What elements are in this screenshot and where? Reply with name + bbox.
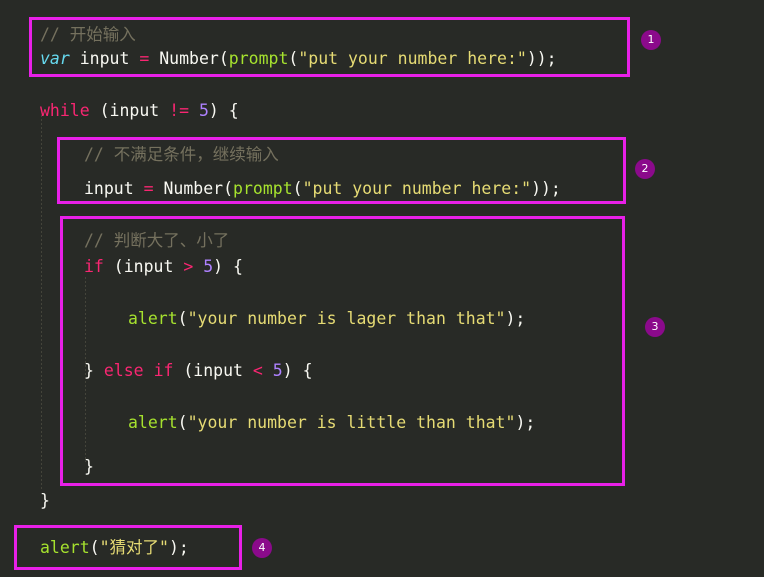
badge-4: 4 bbox=[252, 538, 272, 558]
code-token: != bbox=[169, 101, 190, 120]
badge-1: 1 bbox=[641, 30, 661, 50]
code-token: = bbox=[139, 49, 150, 68]
badge-3: 3 bbox=[645, 317, 665, 337]
code-token: )); bbox=[531, 179, 561, 198]
code-token: ) { bbox=[282, 361, 313, 380]
code-token: prompt bbox=[233, 179, 293, 198]
code-token: ); bbox=[168, 538, 189, 557]
code-token: while bbox=[40, 101, 90, 120]
line-if-greater[interactable]: if (input > 5) { bbox=[0, 254, 243, 280]
code-token: (input bbox=[103, 257, 184, 276]
code-token: 5 bbox=[272, 361, 283, 380]
code-token: prompt bbox=[228, 49, 289, 68]
line-comment-start-input[interactable]: // 开始输入 bbox=[0, 22, 136, 48]
code-token: Number bbox=[153, 179, 224, 198]
code-token: ); bbox=[505, 309, 526, 328]
code-token: // 不满足条件，继续输入 bbox=[84, 145, 279, 164]
code-token: > bbox=[183, 257, 194, 276]
code-token: "your number is lager than that" bbox=[187, 309, 506, 328]
code-token: if bbox=[84, 257, 104, 276]
line-while-condition[interactable]: while (input != 5) { bbox=[0, 98, 239, 124]
code-screenshot: // 开始输入 var input = Number(prompt("put yo… bbox=[0, 0, 764, 577]
code-token: input bbox=[69, 49, 140, 68]
line-alert-correct[interactable]: alert("猜对了"); bbox=[0, 535, 189, 561]
code-token: alert bbox=[128, 413, 178, 432]
line-comment-judge[interactable]: // 判断大了、小了 bbox=[0, 228, 229, 254]
code-token: ( bbox=[223, 179, 234, 198]
code-token: < bbox=[252, 361, 263, 380]
code-token: Number bbox=[149, 49, 219, 68]
line-input-reassign[interactable]: input = Number(prompt("put your number h… bbox=[0, 176, 561, 202]
code-editor-content[interactable]: // 开始输入 var input = Number(prompt("put yo… bbox=[0, 0, 764, 577]
line-alert-little[interactable]: alert("your number is little than that")… bbox=[0, 410, 535, 436]
code-token: ( bbox=[288, 49, 299, 68]
code-token: )); bbox=[526, 49, 557, 68]
code-token: else bbox=[103, 361, 144, 380]
code-token: ( bbox=[177, 309, 188, 328]
code-token: = bbox=[143, 179, 154, 198]
code-token: ( bbox=[218, 49, 229, 68]
code-token: // 判断大了、小了 bbox=[84, 231, 230, 250]
line-alert-lager[interactable]: alert("your number is lager than that"); bbox=[0, 306, 525, 332]
code-token: (input bbox=[89, 101, 170, 120]
code-token: (input bbox=[173, 361, 253, 380]
code-token: "your number is little than that" bbox=[187, 413, 516, 432]
code-token: } bbox=[84, 361, 104, 380]
code-token: if bbox=[153, 361, 174, 380]
code-token: var bbox=[40, 49, 70, 68]
code-token: } bbox=[40, 491, 50, 510]
code-token: alert bbox=[128, 309, 178, 328]
line-else-if-less[interactable]: } else if (input < 5) { bbox=[0, 358, 313, 384]
code-token: ) { bbox=[213, 257, 243, 276]
code-token: ) { bbox=[208, 101, 239, 120]
code-token: ( bbox=[89, 538, 100, 557]
code-token: 5 bbox=[198, 101, 209, 120]
line-close-if[interactable]: } bbox=[0, 454, 94, 480]
code-token: "猜对了" bbox=[99, 538, 169, 557]
line-comment-continue-input[interactable]: // 不满足条件，继续输入 bbox=[0, 142, 279, 168]
code-token: // 开始输入 bbox=[40, 25, 136, 44]
line-var-input-declaration[interactable]: var input = Number(prompt("put your numb… bbox=[0, 46, 557, 72]
badge-2: 2 bbox=[635, 159, 655, 179]
code-token: input bbox=[84, 179, 144, 198]
code-token: ( bbox=[292, 179, 303, 198]
code-token: 5 bbox=[203, 257, 214, 276]
code-token: } bbox=[84, 457, 94, 476]
code-token: ( bbox=[177, 413, 188, 432]
code-token: alert bbox=[40, 538, 90, 557]
code-token: "put your number here:" bbox=[298, 49, 527, 68]
line-close-while[interactable]: } bbox=[0, 488, 50, 514]
code-token: ); bbox=[515, 413, 536, 432]
code-token: "put your number here:" bbox=[302, 179, 532, 198]
